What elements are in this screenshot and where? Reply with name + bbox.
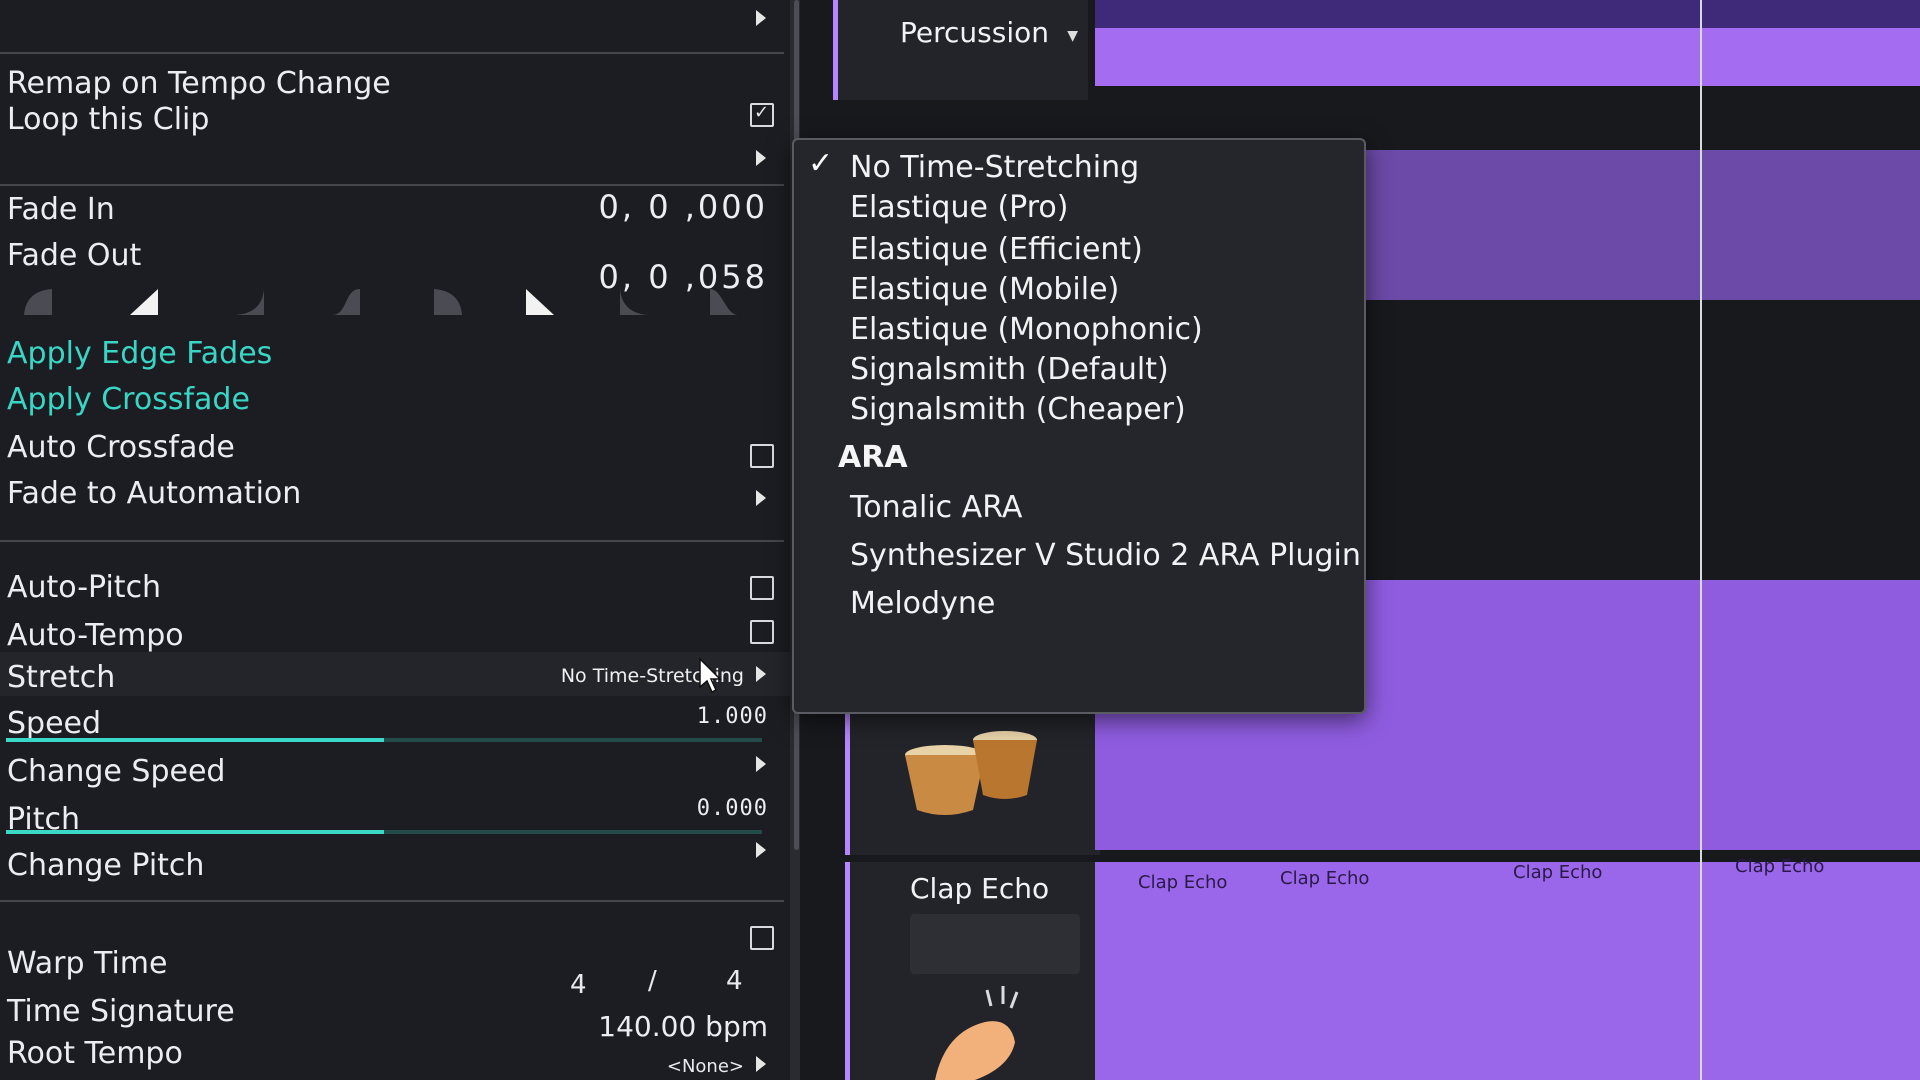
pitch-row[interactable]: Pitch 0.000	[0, 796, 790, 842]
clap-echo-lane[interactable]: Clap Echo Clap Echo Clap Echo Clap Echo	[1095, 856, 1920, 1080]
clip-label: Clap Echo	[1280, 868, 1370, 889]
fade-in-label: Fade In	[7, 192, 115, 227]
speed-slider[interactable]	[6, 738, 762, 742]
time-signature-label: Time Signature	[7, 994, 235, 1029]
fade-curve-linear-icon[interactable]	[128, 285, 160, 317]
stretch-label: Stretch	[7, 660, 116, 695]
bongos-lane-clip[interactable]	[1095, 710, 1920, 850]
stretch-submenu-arrow-icon[interactable]	[756, 666, 766, 682]
mouse-cursor-icon	[699, 657, 722, 694]
apply-crossfade-row[interactable]: Apply Crossfade	[0, 376, 790, 422]
fade-out-scurve-icon[interactable]	[708, 285, 740, 317]
change-speed-label: Change Speed	[7, 754, 226, 789]
clip-properties-panel: Remap on Tempo Change Loop this Clip Fad…	[0, 0, 790, 1080]
speed-label: Speed	[7, 706, 102, 741]
root-tempo-row[interactable]: Root Tempo <None>	[0, 1034, 790, 1080]
menu-item-melodyne[interactable]: Melodyne	[850, 586, 995, 621]
auto-crossfade-row[interactable]: Auto Crossfade	[0, 424, 790, 470]
loop-this-clip-label: Loop this Clip	[7, 102, 210, 137]
checkmark-icon: ✓	[808, 146, 834, 181]
pitch-slider[interactable]	[6, 830, 762, 834]
menu-item-elastique-monophonic[interactable]: Elastique (Monophonic)	[850, 312, 1203, 347]
chevron-down-icon[interactable]: ▼	[1067, 28, 1078, 44]
auto-crossfade-label: Auto Crossfade	[7, 430, 235, 465]
expand-arrow-icon[interactable]	[756, 490, 766, 506]
auto-tempo-checkbox[interactable]	[750, 620, 774, 644]
expand-arrow-icon[interactable]	[756, 756, 766, 772]
clip-region[interactable]	[1360, 150, 1920, 300]
fade-curve-concave-icon[interactable]	[234, 285, 266, 317]
menu-item-elastique-mobile[interactable]: Elastique (Mobile)	[850, 272, 1119, 307]
apply-edge-fades-link[interactable]: Apply Edge Fades	[7, 336, 272, 371]
fade-curve-selector	[22, 285, 742, 325]
time-signature-row[interactable]: Time Signature 140.00 bpm	[0, 988, 790, 1043]
divider	[0, 540, 784, 542]
change-speed-row[interactable]: Change Speed	[0, 748, 790, 794]
menu-item-signalsmith-cheaper[interactable]: Signalsmith (Cheaper)	[850, 392, 1186, 427]
speed-slider-fill	[6, 738, 384, 742]
stretch-mode-dropdown: ✓ No Time-Stretching Elastique (Pro) Ela…	[792, 138, 1366, 714]
percussion-track-name[interactable]: Percussion	[900, 16, 1049, 49]
clapping-hands-icon	[935, 986, 1019, 1080]
collapsed-section-row[interactable]	[0, 0, 790, 46]
fade-to-automation-label: Fade to Automation	[7, 476, 302, 511]
clap-echo-track-name[interactable]: Clap Echo	[910, 872, 1049, 905]
stretch-row[interactable]: Stretch No Time-Stretching	[0, 652, 790, 696]
clip-label: Clap Echo	[1735, 856, 1825, 877]
loop-this-clip-row[interactable]: Loop this Clip	[0, 96, 790, 142]
menu-item-elastique-pro[interactable]: Elastique (Pro)	[850, 190, 1068, 225]
expand-arrow-icon[interactable]	[756, 150, 766, 166]
speed-value[interactable]: 1.000	[697, 704, 768, 729]
track-meter	[910, 914, 1080, 974]
expand-arrow-icon[interactable]	[756, 1056, 766, 1072]
fade-out-convex-icon[interactable]	[432, 285, 464, 317]
fade-in-row[interactable]: Fade In 0, 0 ,000	[0, 186, 790, 232]
playhead[interactable]	[1700, 0, 1702, 1080]
menu-section-header-ara: ARA	[838, 440, 908, 475]
fade-curve-convex-icon[interactable]	[22, 285, 54, 317]
loop-submenu-row[interactable]	[0, 138, 790, 184]
auto-crossfade-checkbox[interactable]	[750, 444, 774, 468]
fade-to-automation-row[interactable]: Fade to Automation	[0, 470, 790, 516]
root-tempo-label: Root Tempo	[7, 1036, 183, 1071]
menu-item-elastique-efficient[interactable]: Elastique (Efficient)	[850, 232, 1143, 267]
percussion-waveform-clip[interactable]	[1095, 0, 1920, 28]
bongo-drums-icon	[905, 731, 1037, 815]
auto-pitch-label: Auto-Pitch	[7, 570, 162, 605]
pitch-slider-fill	[6, 830, 384, 834]
fade-out-row[interactable]: Fade Out 0, 0 ,058	[0, 232, 790, 296]
fade-curve-scurve-icon[interactable]	[330, 285, 362, 317]
auto-pitch-checkbox[interactable]	[750, 576, 774, 600]
fade-out-label: Fade Out	[7, 238, 142, 273]
pitch-value[interactable]: 0.000	[697, 796, 768, 821]
menu-item-signalsmith-default[interactable]: Signalsmith (Default)	[850, 352, 1169, 387]
menu-item-tonalic-ara[interactable]: Tonalic ARA	[850, 490, 1022, 525]
clip-label: Clap Echo	[1513, 862, 1603, 883]
change-pitch-label: Change Pitch	[7, 848, 205, 883]
percussion-clip[interactable]	[1095, 28, 1920, 86]
expand-arrow-icon[interactable]	[756, 10, 766, 26]
apply-crossfade-link[interactable]: Apply Crossfade	[7, 382, 250, 417]
auto-pitch-row[interactable]: Auto-Pitch	[0, 564, 790, 610]
fade-out-linear-icon[interactable]	[524, 285, 556, 317]
percussion-track-header[interactable]: Percussion ▼	[838, 0, 1088, 100]
expand-arrow-icon[interactable]	[756, 842, 766, 858]
fade-in-value[interactable]: 0, 0 ,000	[599, 188, 768, 226]
apply-edge-fades-row[interactable]: Apply Edge Fades	[0, 330, 790, 376]
menu-item-synthesizer-v-studio-2[interactable]: Synthesizer V Studio 2 ARA Plugin	[850, 538, 1361, 573]
divider	[0, 52, 784, 54]
menu-item-no-time-stretching[interactable]: No Time-Stretching	[850, 150, 1139, 185]
bongos-track-header[interactable]	[850, 710, 1100, 855]
clap-echo-track-header[interactable]: Clap Echo	[850, 862, 1100, 1080]
clip-label: Clap Echo	[1138, 872, 1228, 893]
divider	[0, 900, 784, 902]
fade-out-concave-icon[interactable]	[618, 285, 650, 317]
change-pitch-row[interactable]: Change Pitch	[0, 842, 790, 888]
root-tempo-value[interactable]: <None>	[667, 1056, 744, 1077]
auto-tempo-label: Auto-Tempo	[7, 618, 184, 653]
loop-this-clip-checkbox[interactable]	[750, 102, 774, 127]
